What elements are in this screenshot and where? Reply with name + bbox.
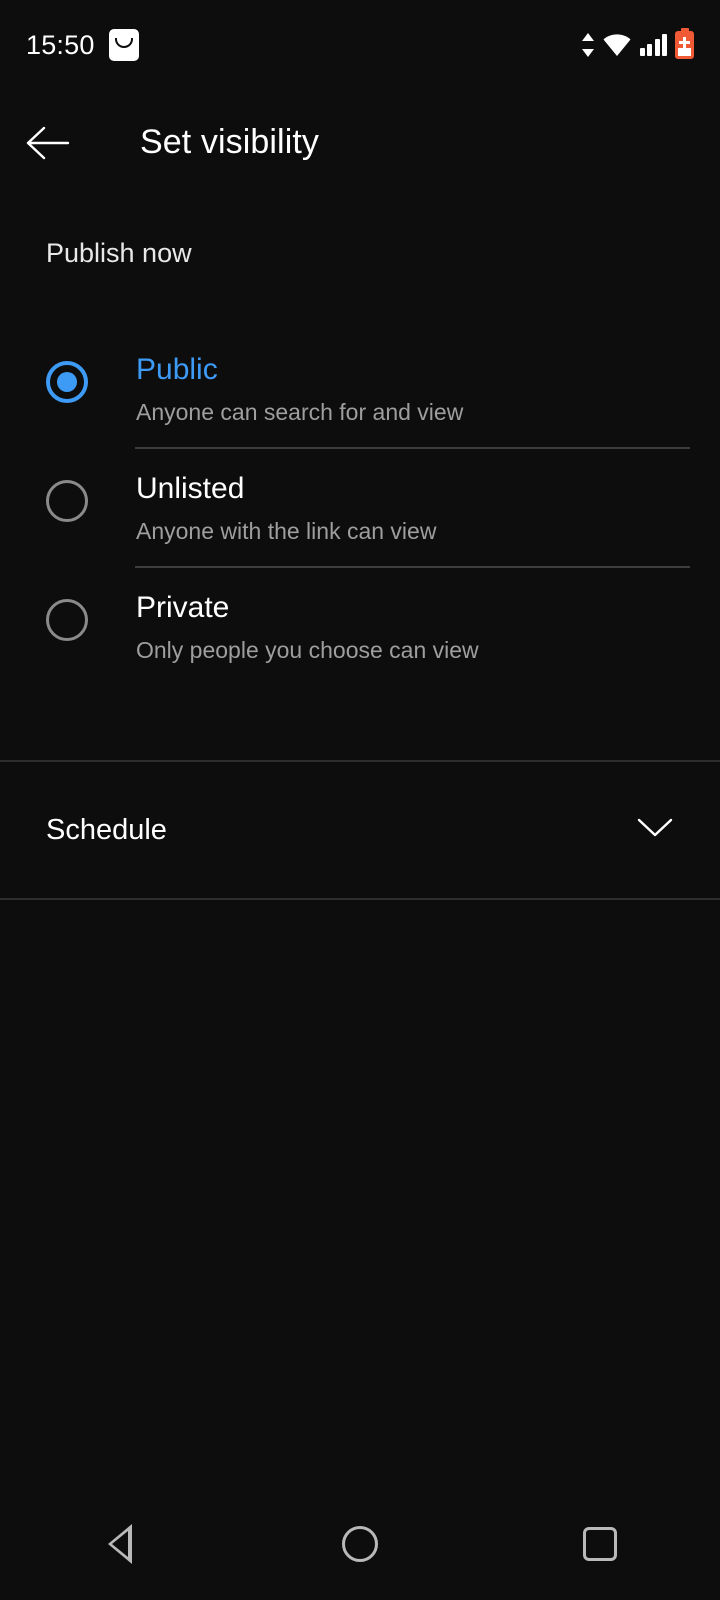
- status-bar-left: 15:50: [26, 29, 139, 61]
- schedule-row[interactable]: Schedule: [0, 762, 720, 898]
- android-nav-bar: [0, 1488, 720, 1600]
- radio-private[interactable]: [46, 599, 88, 641]
- phone-screen: 15:50 Set visibility Publish now Public …: [0, 0, 720, 1600]
- back-triangle-icon: [108, 1524, 132, 1564]
- schedule-label: Schedule: [46, 813, 167, 846]
- nav-back-button[interactable]: [60, 1488, 180, 1600]
- app-bar: Set visibility: [0, 95, 720, 190]
- option-text-public: Public Anyone can search for and view: [136, 352, 463, 427]
- option-row-public[interactable]: Public Anyone can search for and view: [0, 330, 720, 447]
- page-title: Set visibility: [140, 123, 320, 161]
- recents-square-icon: [583, 1527, 617, 1561]
- option-text-private: Private Only people you choose can view: [136, 590, 479, 665]
- option-row-private[interactable]: Private Only people you choose can view: [0, 568, 720, 685]
- data-transfer-icon: [581, 31, 594, 59]
- status-clock: 15:50: [26, 29, 95, 60]
- option-desc-public: Anyone can search for and view: [136, 399, 464, 425]
- status-bar-right: [581, 31, 694, 59]
- back-button[interactable]: [0, 95, 96, 190]
- schedule-section: Schedule: [0, 760, 720, 900]
- battery-charging-icon: [675, 31, 694, 59]
- status-bar: 15:50: [0, 0, 720, 90]
- back-arrow-icon: [26, 126, 70, 159]
- visibility-options-group: Public Anyone can search for and view Un…: [0, 330, 720, 685]
- home-circle-icon: [342, 1526, 378, 1562]
- option-text-unlisted: Unlisted Anyone with the link can view: [136, 471, 436, 546]
- schedule-bottom-divider: [0, 898, 720, 900]
- cellular-signal-icon: [639, 34, 667, 56]
- radio-unlisted[interactable]: [46, 480, 88, 522]
- radio-public[interactable]: [46, 361, 88, 403]
- option-desc-private: Only people you choose can view: [136, 637, 479, 663]
- nav-recents-button[interactable]: [540, 1488, 660, 1600]
- shopping-bag-icon: [108, 29, 139, 61]
- option-label-private: Private: [136, 591, 230, 624]
- wifi-icon: [602, 33, 632, 57]
- option-row-unlisted[interactable]: Unlisted Anyone with the link can view: [0, 449, 720, 566]
- nav-home-button[interactable]: [300, 1488, 420, 1600]
- option-label-public: Public: [136, 353, 218, 386]
- option-desc-unlisted: Anyone with the link can view: [136, 518, 437, 544]
- chevron-down-icon[interactable]: [636, 816, 674, 845]
- section-header-publish-now: Publish now: [46, 238, 192, 268]
- option-label-unlisted: Unlisted: [136, 472, 245, 505]
